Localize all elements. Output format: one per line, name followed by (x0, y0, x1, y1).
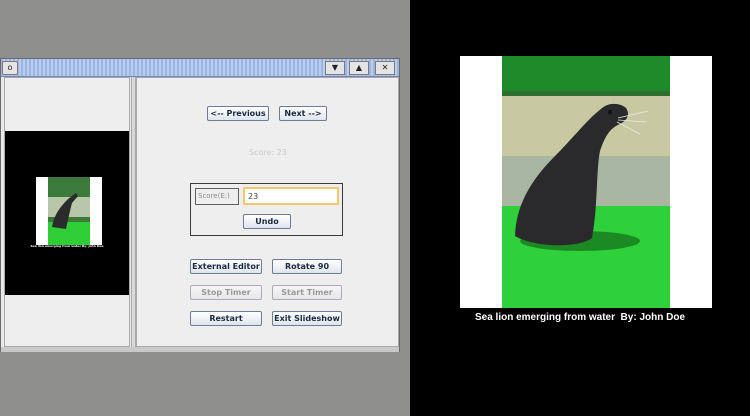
slideshow-window: o ▼ ▲ ✕ Sea lion emerging from water By:… (0, 58, 400, 352)
window-titlebar[interactable]: o ▼ ▲ ✕ (1, 59, 399, 77)
control-panel: <-- Previous Next --> Score: 23 Score(E:… (136, 77, 399, 347)
window-menu-button[interactable]: o (2, 61, 18, 75)
thumbnail-image (36, 177, 102, 245)
slide-caption: Sea lion emerging from water By: John Do… (474, 312, 686, 323)
thumbnail-preview[interactable]: Sea lion emerging from water By: John Do… (5, 131, 129, 295)
restart-button[interactable]: Restart (190, 311, 262, 326)
window-close-button[interactable]: ✕ (375, 61, 395, 75)
window-maximize-button[interactable]: ▲ (349, 61, 369, 75)
slide-image (460, 56, 712, 308)
previous-button[interactable]: <-- Previous (207, 106, 269, 121)
window-dropdown-button[interactable]: ▼ (325, 61, 345, 75)
desktop-background: o ▼ ▲ ✕ Sea lion emerging from water By:… (0, 0, 410, 416)
thumbnail-sea-lion-picture (36, 177, 102, 245)
next-button[interactable]: Next --> (279, 106, 327, 121)
score-input[interactable] (243, 187, 339, 205)
thumbnail-panel: Sea lion emerging from water By: John Do… (4, 77, 130, 347)
rotate-button[interactable]: Rotate 90 (272, 259, 342, 274)
exit-slideshow-button[interactable]: Exit Slideshow (272, 311, 342, 326)
slideshow-viewer: Sea lion emerging from water By: John Do… (410, 0, 750, 416)
score-display-label: Score: 23 (249, 148, 287, 157)
sea-lion-photo (460, 56, 712, 308)
score-box: Score(E:) Undo (190, 183, 343, 236)
thumbnail-caption: Sea lion emerging from water By: John Do… (30, 244, 104, 248)
external-editor-button[interactable]: External Editor (190, 259, 262, 274)
undo-button[interactable]: Undo (243, 214, 291, 229)
start-timer-button[interactable]: Start Timer (272, 285, 342, 300)
stop-timer-button[interactable]: Stop Timer (190, 285, 262, 300)
horizontal-scrollbar[interactable] (1, 347, 399, 352)
score-field-label: Score(E:) (195, 188, 239, 205)
